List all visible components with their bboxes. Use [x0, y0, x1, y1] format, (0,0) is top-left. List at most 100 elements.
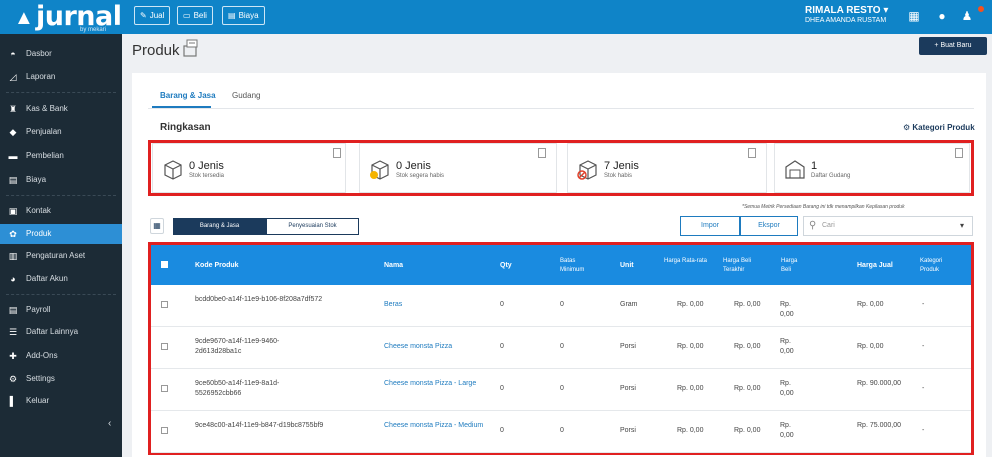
- cell-kode: 9ce48c00-a14f-11e9-b847-d19bc8755bf9: [195, 422, 324, 429]
- summary-label: Stok segera habis: [396, 173, 445, 179]
- tab-barang-jasa[interactable]: Barang & Jasa: [160, 91, 216, 100]
- quick-jual-label: Jual: [149, 11, 165, 20]
- sidebar-item-dasbor[interactable]: ◓ Dasbor: [0, 44, 122, 64]
- cell-rata: Rp. 0,00: [677, 385, 704, 392]
- summary-value: 0 Jenis: [396, 160, 431, 172]
- table-row[interactable]: 9ce48c00-a14f-11e9-b847-d19bc8755bf9 Chee…: [151, 411, 971, 453]
- sidebar-item-label: Penjualan: [26, 127, 62, 136]
- col-harga-rata-rata[interactable]: Harga Rata-rata: [664, 257, 708, 266]
- col-nama[interactable]: Nama: [384, 261, 403, 270]
- archive-icon[interactable]: [180, 38, 200, 58]
- box-warning-icon: [370, 160, 389, 180]
- col-harga-jual[interactable]: Harga Jual: [857, 261, 893, 270]
- tab-gudang[interactable]: Gudang: [232, 91, 260, 100]
- sidebar-item-pengaturan-aset[interactable]: ▥ Pengaturan Aset: [0, 246, 122, 266]
- cell-jual: Rp. 75.000,00: [857, 422, 901, 429]
- select-all-checkbox[interactable]: [161, 261, 168, 268]
- cell-kode: 9ce60b50-a14f-11e9-8a1d-5526952cbb66: [195, 380, 280, 397]
- cell-nama[interactable]: Beras: [384, 300, 484, 310]
- summary-card-stok-tersedia[interactable]: 0 Jenis Stok tersedia: [152, 143, 346, 193]
- apps-icon[interactable]: ▦: [907, 9, 921, 23]
- segment-penyesuaian-stok[interactable]: Penyesuaian Stok: [266, 218, 359, 235]
- sidebar-item-add-ons[interactable]: ✚ Add-Ons: [0, 346, 122, 366]
- cell-kategori: -: [922, 385, 925, 392]
- company-name: RIMALA RESTO ▾: [805, 5, 889, 16]
- buat-baru-button[interactable]: + Buat Baru: [919, 37, 987, 55]
- jurnal-logo[interactable]: ▲ jurnal by mekari: [8, 1, 122, 34]
- col-qty[interactable]: Qty: [500, 261, 512, 270]
- gear-icon: ⚙: [8, 374, 18, 384]
- cell-rata: Rp. 0,00: [677, 301, 704, 308]
- search-input[interactable]: ⚲ Cari ▾: [803, 216, 973, 236]
- sidebar-collapse-button[interactable]: ‹: [108, 418, 111, 429]
- company-switcher[interactable]: RIMALA RESTO ▾ DHEA AMANDA RUSTAM: [805, 5, 888, 24]
- table-row[interactable]: bcdd0be0-a14f-11e9-b106-8f208a7df572 Bera…: [151, 285, 971, 327]
- table-row[interactable]: 9ce60b50-a14f-11e9-8a1d-5526952cbb66 Chee…: [151, 369, 971, 411]
- sidebar-item-penjualan[interactable]: ◆ Penjualan: [0, 122, 122, 142]
- user-name: DHEA AMANDA RUSTAM: [805, 17, 887, 24]
- cell-nama[interactable]: Cheese monsta Pizza - Large: [384, 379, 484, 389]
- summary-card-stok-segera-habis[interactable]: 0 Jenis Stok segera habis: [359, 143, 557, 193]
- cell-batas: 0: [560, 385, 564, 392]
- col-unit[interactable]: Unit: [620, 261, 634, 270]
- dashboard-icon: ◓: [10, 49, 16, 59]
- cell-nama[interactable]: Cheese monsta Pizza: [384, 342, 484, 352]
- sidebar-item-label: Laporan: [26, 72, 56, 81]
- notification-dot: [978, 6, 984, 12]
- sidebar-item-laporan[interactable]: ◿ Laporan: [0, 67, 122, 87]
- col-kategori-produk[interactable]: Kategori Produk: [920, 257, 956, 275]
- cell-nama[interactable]: Cheese monsta Pizza - Medium: [384, 421, 484, 431]
- box-empty-icon: [577, 160, 597, 180]
- sidebar-item-label: Daftar Lainnya: [26, 327, 79, 336]
- kategori-produk-link[interactable]: ⚙ Kategori Produk: [903, 123, 975, 132]
- document-icon: [748, 148, 756, 158]
- col-kode-produk[interactable]: Kode Produk: [195, 261, 239, 270]
- quick-beli-button[interactable]: ▭ Beli: [177, 6, 213, 25]
- col-harga-beli[interactable]: Harga Beli: [781, 257, 807, 275]
- quick-beli-label: Beli: [193, 11, 207, 20]
- help-icon[interactable]: ●: [935, 9, 949, 23]
- top-bar: ▲ jurnal by mekari ✎ Jual ▭ Beli ▤ Biaya…: [0, 0, 992, 34]
- summary-card-daftar-gudang[interactable]: 1 Daftar Gudang: [774, 143, 970, 193]
- quick-jual-button[interactable]: ✎ Jual: [134, 6, 171, 25]
- export-button[interactable]: Ekspor: [740, 216, 798, 236]
- menu-icon: ☰: [8, 327, 18, 337]
- sidebar-item-settings[interactable]: ⚙ Settings: [0, 369, 122, 389]
- cell-batas: 0: [560, 427, 564, 434]
- cell-unit: Porsi: [620, 427, 636, 434]
- import-button[interactable]: Impor: [680, 216, 740, 236]
- sidebar-item-daftar-akun[interactable]: ◕ Daftar Akun: [0, 269, 122, 289]
- row-checkbox[interactable]: [161, 343, 168, 350]
- table-row[interactable]: 9cde9670-a14f-11e9-9460-2d613d28ba1c Chee…: [151, 327, 971, 369]
- sidebar-item-payroll[interactable]: ▤ Payroll: [0, 300, 122, 320]
- sidebar-item-kas-bank[interactable]: ♜ Kas & Bank: [0, 99, 122, 119]
- sidebar-item-keluar[interactable]: ▌ Keluar: [0, 391, 122, 411]
- col-harga-beli-terakhir[interactable]: Harga Beli Terakhir: [723, 257, 763, 275]
- columns-icon[interactable]: ▦: [150, 218, 164, 234]
- chevron-down-icon[interactable]: ▾: [960, 221, 964, 230]
- segment-barang-jasa[interactable]: Barang & Jasa: [173, 218, 266, 235]
- cell-terakhir: Rp. 0,00: [734, 343, 761, 350]
- cell-kategori: -: [922, 301, 925, 308]
- quick-biaya-button[interactable]: ▤ Biaya: [222, 6, 265, 25]
- sidebar-item-biaya[interactable]: ▤ Biaya: [0, 170, 122, 190]
- sidebar-item-label: Dasbor: [26, 49, 52, 58]
- bell-icon[interactable]: ♟: [960, 9, 974, 23]
- cell-qty: 0: [500, 385, 504, 392]
- row-checkbox[interactable]: [161, 301, 168, 308]
- sidebar-item-pembelian[interactable]: ▬ Pembelian: [0, 146, 122, 166]
- search-placeholder: Cari: [822, 222, 835, 229]
- sidebar-item-label: Add-Ons: [26, 351, 58, 360]
- row-checkbox[interactable]: [161, 427, 168, 434]
- col-batas-minimum[interactable]: Batas Minimum: [560, 257, 600, 275]
- sidebar-divider: [6, 92, 116, 93]
- sidebar-item-daftar-lainnya[interactable]: ☰ Daftar Lainnya: [0, 322, 122, 342]
- summary-card-stok-habis[interactable]: 7 Jenis Stok habis: [567, 143, 767, 193]
- cell-batas: 0: [560, 343, 564, 350]
- row-checkbox[interactable]: [161, 385, 168, 392]
- sidebar-item-produk[interactable]: ✿ Produk: [0, 224, 122, 244]
- logo-text: jurnal: [36, 1, 122, 32]
- cell-qty: 0: [500, 343, 504, 350]
- document-icon: [538, 148, 546, 158]
- sidebar-item-kontak[interactable]: ▣ Kontak: [0, 201, 122, 221]
